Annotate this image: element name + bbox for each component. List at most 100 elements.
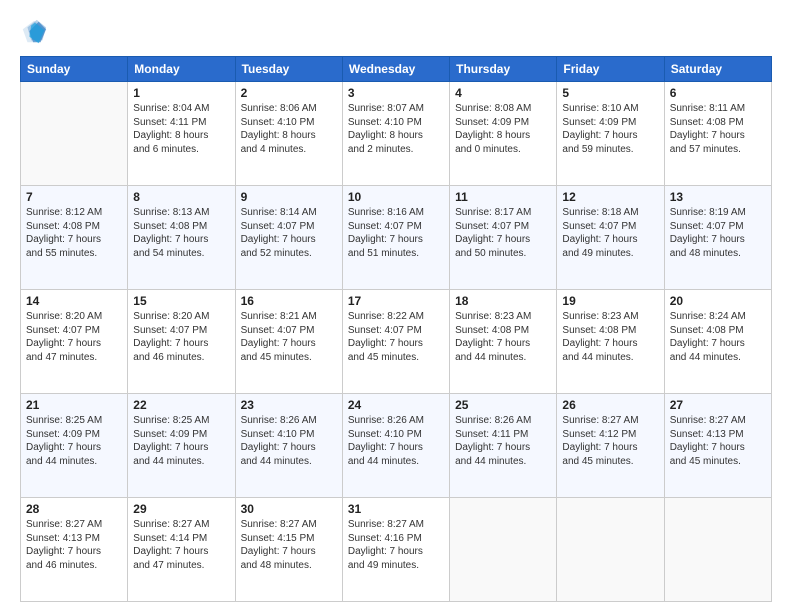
day-info: Sunrise: 8:26 AM Sunset: 4:10 PM Dayligh… bbox=[348, 414, 444, 468]
day-info: Sunrise: 8:19 AM Sunset: 4:07 PM Dayligh… bbox=[670, 206, 766, 260]
day-info: Sunrise: 8:23 AM Sunset: 4:08 PM Dayligh… bbox=[562, 310, 658, 364]
week-row-4: 21 Sunrise: 8:25 AM Sunset: 4:09 PM Dayli… bbox=[21, 394, 772, 498]
week-row-3: 14 Sunrise: 8:20 AM Sunset: 4:07 PM Dayli… bbox=[21, 290, 772, 394]
day-number: 4 bbox=[455, 86, 551, 100]
day-number: 28 bbox=[26, 502, 122, 516]
day-number: 3 bbox=[348, 86, 444, 100]
calendar-cell bbox=[557, 498, 664, 602]
day-number: 11 bbox=[455, 190, 551, 204]
weekday-header-saturday: Saturday bbox=[664, 57, 771, 82]
day-number: 25 bbox=[455, 398, 551, 412]
calendar-cell: 9 Sunrise: 8:14 AM Sunset: 4:07 PM Daylig… bbox=[235, 186, 342, 290]
day-info: Sunrise: 8:27 AM Sunset: 4:13 PM Dayligh… bbox=[26, 518, 122, 572]
day-info: Sunrise: 8:20 AM Sunset: 4:07 PM Dayligh… bbox=[26, 310, 122, 364]
day-number: 6 bbox=[670, 86, 766, 100]
calendar-cell: 5Sunrise: 8:10 AM Sunset: 4:09 PM Daylig… bbox=[557, 82, 664, 186]
logo bbox=[20, 18, 52, 46]
day-info: Sunrise: 8:20 AM Sunset: 4:07 PM Dayligh… bbox=[133, 310, 229, 364]
day-info: Sunrise: 8:27 AM Sunset: 4:14 PM Dayligh… bbox=[133, 518, 229, 572]
day-info: Sunrise: 8:08 AM Sunset: 4:09 PM Dayligh… bbox=[455, 102, 551, 156]
day-info: Sunrise: 8:07 AM Sunset: 4:10 PM Dayligh… bbox=[348, 102, 444, 156]
header bbox=[20, 18, 772, 46]
calendar-cell bbox=[450, 498, 557, 602]
day-number: 7 bbox=[26, 190, 122, 204]
calendar-cell: 18 Sunrise: 8:23 AM Sunset: 4:08 PM Dayli… bbox=[450, 290, 557, 394]
day-number: 2 bbox=[241, 86, 337, 100]
calendar-cell: 8Sunrise: 8:13 AM Sunset: 4:08 PM Daylig… bbox=[128, 186, 235, 290]
calendar-cell: 1 Sunrise: 8:04 AM Sunset: 4:11 PM Daylig… bbox=[128, 82, 235, 186]
day-number: 13 bbox=[670, 190, 766, 204]
day-info: Sunrise: 8:14 AM Sunset: 4:07 PM Dayligh… bbox=[241, 206, 337, 260]
day-number: 15 bbox=[133, 294, 229, 308]
day-info: Sunrise: 8:27 AM Sunset: 4:12 PM Dayligh… bbox=[562, 414, 658, 468]
weekday-header-tuesday: Tuesday bbox=[235, 57, 342, 82]
day-number: 8 bbox=[133, 190, 229, 204]
day-info: Sunrise: 8:22 AM Sunset: 4:07 PM Dayligh… bbox=[348, 310, 444, 364]
day-number: 30 bbox=[241, 502, 337, 516]
day-number: 26 bbox=[562, 398, 658, 412]
day-number: 12 bbox=[562, 190, 658, 204]
weekday-header-sunday: Sunday bbox=[21, 57, 128, 82]
day-number: 22 bbox=[133, 398, 229, 412]
calendar-cell: 19 Sunrise: 8:23 AM Sunset: 4:08 PM Dayli… bbox=[557, 290, 664, 394]
week-row-2: 7 Sunrise: 8:12 AM Sunset: 4:08 PM Daylig… bbox=[21, 186, 772, 290]
calendar-cell: 6 Sunrise: 8:11 AM Sunset: 4:08 PM Daylig… bbox=[664, 82, 771, 186]
week-row-5: 28 Sunrise: 8:27 AM Sunset: 4:13 PM Dayli… bbox=[21, 498, 772, 602]
day-number: 18 bbox=[455, 294, 551, 308]
day-number: 1 bbox=[133, 86, 229, 100]
day-number: 24 bbox=[348, 398, 444, 412]
calendar-cell: 11 Sunrise: 8:17 AM Sunset: 4:07 PM Dayli… bbox=[450, 186, 557, 290]
calendar-cell: 13 Sunrise: 8:19 AM Sunset: 4:07 PM Dayli… bbox=[664, 186, 771, 290]
day-number: 20 bbox=[670, 294, 766, 308]
day-number: 16 bbox=[241, 294, 337, 308]
day-info: Sunrise: 8:18 AM Sunset: 4:07 PM Dayligh… bbox=[562, 206, 658, 260]
calendar-cell: 7 Sunrise: 8:12 AM Sunset: 4:08 PM Daylig… bbox=[21, 186, 128, 290]
day-info: Sunrise: 8:16 AM Sunset: 4:07 PM Dayligh… bbox=[348, 206, 444, 260]
calendar-cell bbox=[21, 82, 128, 186]
calendar-cell: 28 Sunrise: 8:27 AM Sunset: 4:13 PM Dayli… bbox=[21, 498, 128, 602]
calendar-cell: 21 Sunrise: 8:25 AM Sunset: 4:09 PM Dayli… bbox=[21, 394, 128, 498]
day-info: Sunrise: 8:12 AM Sunset: 4:08 PM Dayligh… bbox=[26, 206, 122, 260]
calendar-cell: 16Sunrise: 8:21 AM Sunset: 4:07 PM Dayli… bbox=[235, 290, 342, 394]
calendar-cell: 20 Sunrise: 8:24 AM Sunset: 4:08 PM Dayli… bbox=[664, 290, 771, 394]
day-info: Sunrise: 8:17 AM Sunset: 4:07 PM Dayligh… bbox=[455, 206, 551, 260]
weekday-header-row: SundayMondayTuesdayWednesdayThursdayFrid… bbox=[21, 57, 772, 82]
calendar-cell: 27Sunrise: 8:27 AM Sunset: 4:13 PM Dayli… bbox=[664, 394, 771, 498]
day-number: 29 bbox=[133, 502, 229, 516]
day-number: 19 bbox=[562, 294, 658, 308]
logo-icon bbox=[20, 18, 48, 46]
day-info: Sunrise: 8:26 AM Sunset: 4:10 PM Dayligh… bbox=[241, 414, 337, 468]
day-number: 9 bbox=[241, 190, 337, 204]
day-info: Sunrise: 8:24 AM Sunset: 4:08 PM Dayligh… bbox=[670, 310, 766, 364]
day-info: Sunrise: 8:06 AM Sunset: 4:10 PM Dayligh… bbox=[241, 102, 337, 156]
calendar-cell: 22Sunrise: 8:25 AM Sunset: 4:09 PM Dayli… bbox=[128, 394, 235, 498]
calendar-cell: 29 Sunrise: 8:27 AM Sunset: 4:14 PM Dayli… bbox=[128, 498, 235, 602]
calendar-cell: 14 Sunrise: 8:20 AM Sunset: 4:07 PM Dayli… bbox=[21, 290, 128, 394]
calendar-cell: 12 Sunrise: 8:18 AM Sunset: 4:07 PM Dayli… bbox=[557, 186, 664, 290]
day-info: Sunrise: 8:10 AM Sunset: 4:09 PM Dayligh… bbox=[562, 102, 658, 156]
weekday-header-wednesday: Wednesday bbox=[342, 57, 449, 82]
weekday-header-friday: Friday bbox=[557, 57, 664, 82]
calendar-cell: 30Sunrise: 8:27 AM Sunset: 4:15 PM Dayli… bbox=[235, 498, 342, 602]
calendar-cell: 2 Sunrise: 8:06 AM Sunset: 4:10 PM Daylig… bbox=[235, 82, 342, 186]
weekday-header-thursday: Thursday bbox=[450, 57, 557, 82]
day-number: 14 bbox=[26, 294, 122, 308]
day-info: Sunrise: 8:04 AM Sunset: 4:11 PM Dayligh… bbox=[133, 102, 229, 156]
calendar-cell: 25Sunrise: 8:26 AM Sunset: 4:11 PM Dayli… bbox=[450, 394, 557, 498]
calendar-cell: 17Sunrise: 8:22 AM Sunset: 4:07 PM Dayli… bbox=[342, 290, 449, 394]
calendar-cell: 10 Sunrise: 8:16 AM Sunset: 4:07 PM Dayli… bbox=[342, 186, 449, 290]
day-info: Sunrise: 8:11 AM Sunset: 4:08 PM Dayligh… bbox=[670, 102, 766, 156]
calendar-cell bbox=[664, 498, 771, 602]
day-info: Sunrise: 8:27 AM Sunset: 4:13 PM Dayligh… bbox=[670, 414, 766, 468]
calendar-table: SundayMondayTuesdayWednesdayThursdayFrid… bbox=[20, 56, 772, 602]
weekday-header-monday: Monday bbox=[128, 57, 235, 82]
day-info: Sunrise: 8:25 AM Sunset: 4:09 PM Dayligh… bbox=[26, 414, 122, 468]
calendar-cell: 31Sunrise: 8:27 AM Sunset: 4:16 PM Dayli… bbox=[342, 498, 449, 602]
day-number: 31 bbox=[348, 502, 444, 516]
day-number: 10 bbox=[348, 190, 444, 204]
day-number: 21 bbox=[26, 398, 122, 412]
calendar-cell: 15 Sunrise: 8:20 AM Sunset: 4:07 PM Dayli… bbox=[128, 290, 235, 394]
day-info: Sunrise: 8:23 AM Sunset: 4:08 PM Dayligh… bbox=[455, 310, 551, 364]
week-row-1: 1 Sunrise: 8:04 AM Sunset: 4:11 PM Daylig… bbox=[21, 82, 772, 186]
calendar-cell: 23Sunrise: 8:26 AM Sunset: 4:10 PM Dayli… bbox=[235, 394, 342, 498]
